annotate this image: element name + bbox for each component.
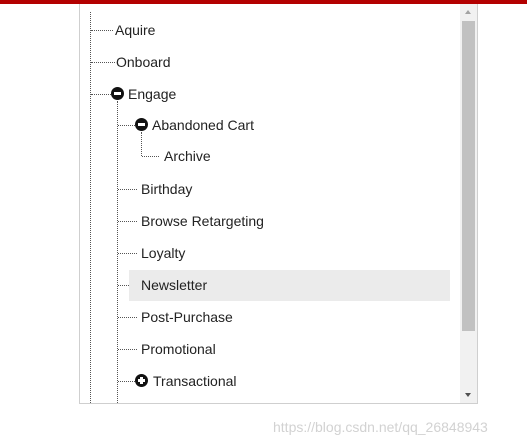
tree-connector-abandoned-cart-children bbox=[141, 132, 142, 156]
tree-connector-archive bbox=[142, 156, 159, 157]
tree-connector-onboard bbox=[91, 62, 115, 63]
tree-node-loyalty[interactable]: Loyalty bbox=[141, 241, 189, 265]
tree-panel: Aquire Onboard Engage Abandoned Cart Arc… bbox=[79, 4, 478, 404]
tree-connector-engage-children bbox=[117, 101, 118, 403]
tree-node-label: Loyalty bbox=[141, 245, 186, 261]
scroll-down-button[interactable] bbox=[460, 386, 477, 403]
scroll-up-button[interactable] bbox=[460, 4, 477, 21]
tree-connector-engage bbox=[91, 94, 111, 95]
scroll-thumb[interactable] bbox=[462, 21, 475, 331]
tree-node-post-purchase[interactable]: Post-Purchase bbox=[141, 305, 237, 329]
tree-node-abandoned-cart[interactable]: Abandoned Cart bbox=[152, 113, 258, 137]
watermark-text: https://blog.csdn.net/qq_26848943 bbox=[273, 419, 488, 435]
tree-node-transactional[interactable]: Transactional bbox=[153, 369, 241, 393]
tree-node-onboard[interactable]: Onboard bbox=[116, 50, 174, 74]
tree-node-newsletter[interactable]: Newsletter bbox=[129, 270, 450, 301]
tree-node-browse-retargeting[interactable]: Browse Retargeting bbox=[141, 209, 268, 233]
tree-node-aquire[interactable]: Aquire bbox=[115, 18, 159, 42]
tree-node-label: Browse Retargeting bbox=[141, 213, 264, 229]
tree-node-label: Aquire bbox=[115, 22, 156, 38]
tree-connector-promotional bbox=[118, 349, 137, 350]
vertical-scrollbar[interactable] bbox=[460, 4, 477, 403]
minus-circle-icon[interactable] bbox=[111, 87, 124, 100]
minus-circle-icon[interactable] bbox=[135, 118, 148, 131]
triangle-down-icon bbox=[465, 393, 471, 397]
plus-circle-icon[interactable] bbox=[135, 374, 148, 387]
tree-node-label: Abandoned Cart bbox=[152, 117, 254, 133]
tree-node-label: Post-Purchase bbox=[141, 309, 233, 325]
page: Aquire Onboard Engage Abandoned Cart Arc… bbox=[0, 0, 527, 448]
tree-node-label: Archive bbox=[164, 148, 211, 164]
tree-node-engage[interactable]: Engage bbox=[128, 82, 180, 106]
tree-connector-aquire bbox=[91, 30, 113, 31]
tree-connector-root bbox=[90, 12, 91, 403]
tree-connector-abandoned-cart bbox=[118, 125, 135, 126]
tree-connector-loyalty bbox=[118, 253, 137, 254]
tree-node-label: Transactional bbox=[153, 373, 237, 389]
tree-node-label: Promotional bbox=[141, 341, 216, 357]
tree-viewport: Aquire Onboard Engage Abandoned Cart Arc… bbox=[80, 4, 461, 403]
triangle-up-icon bbox=[465, 10, 471, 14]
tree-node-birthday[interactable]: Birthday bbox=[141, 177, 196, 201]
tree-connector-transactional bbox=[118, 381, 135, 382]
tree-node-archive[interactable]: Archive bbox=[164, 144, 215, 168]
tree-node-label: Birthday bbox=[141, 181, 193, 197]
tree-connector-birthday bbox=[118, 189, 137, 190]
tree-connector-post-purchase bbox=[118, 317, 137, 318]
tree-connector-browse-retargeting bbox=[118, 221, 137, 222]
tree-node-label: Onboard bbox=[116, 54, 171, 70]
tree-node-label: Newsletter bbox=[141, 277, 208, 293]
tree-node-promotional[interactable]: Promotional bbox=[141, 337, 220, 361]
tree-node-label: Engage bbox=[128, 86, 177, 102]
